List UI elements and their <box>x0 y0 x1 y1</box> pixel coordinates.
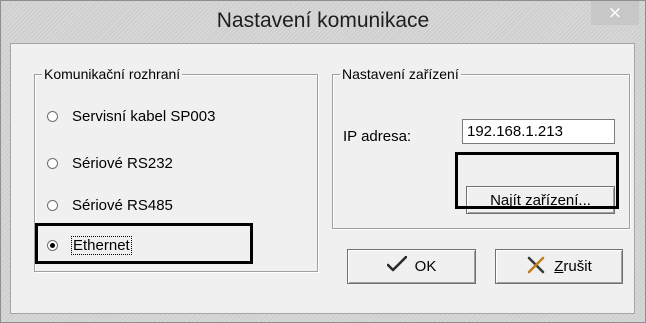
radio-indicator[interactable] <box>47 157 58 169</box>
radio-rs485[interactable]: Sériové RS485 <box>47 194 173 216</box>
radio-label[interactable]: Servisní kabel SP003 <box>72 108 215 125</box>
ip-address-input[interactable] <box>462 119 615 144</box>
title-bar[interactable]: Nastavení komunikace × <box>1 1 645 41</box>
interface-groupbox: Komunikační rozhraní Servisní kabel SP00… <box>34 66 318 272</box>
find-device-label: Najít zařízení... <box>490 191 591 209</box>
cross-icon <box>526 256 546 278</box>
ok-label: OK <box>414 258 437 275</box>
radio-indicator[interactable] <box>47 199 58 211</box>
close-icon: × <box>607 3 623 23</box>
find-device-button[interactable]: Najít zařízení... <box>466 186 615 214</box>
window-title: Nastavení komunikace <box>216 9 430 32</box>
radio-rs232[interactable]: Sériové RS232 <box>47 152 173 174</box>
interface-group-label: Komunikační rozhraní <box>42 66 183 82</box>
dialog-client-area: Komunikační rozhraní Servisní kabel SP00… <box>10 43 635 314</box>
radio-servisni-kabel[interactable]: Servisní kabel SP003 <box>47 105 215 127</box>
ok-button[interactable]: OK <box>347 249 476 284</box>
radio-label[interactable]: Sériové RS485 <box>72 197 173 214</box>
checkmark-icon <box>386 255 407 277</box>
radio-label[interactable]: Ethernet <box>71 235 132 255</box>
dialog-window: Nastavení komunikace × Komunikační rozhr… <box>0 0 646 323</box>
device-group-label: Nastavení zařízení <box>340 66 461 82</box>
ip-address-label: IP adresa: <box>343 128 412 145</box>
close-button[interactable]: × <box>591 1 639 25</box>
cancel-button[interactable]: Zrušit <box>495 249 623 284</box>
device-groupbox: Nastavení zařízení IP adresa: Najít zaří… <box>332 66 630 229</box>
cancel-label: Zrušit <box>554 258 592 275</box>
radio-ethernet[interactable]: Ethernet <box>47 234 132 256</box>
radio-label[interactable]: Sériové RS232 <box>72 155 173 172</box>
radio-indicator[interactable] <box>47 110 58 122</box>
radio-indicator-selected[interactable] <box>47 239 58 251</box>
